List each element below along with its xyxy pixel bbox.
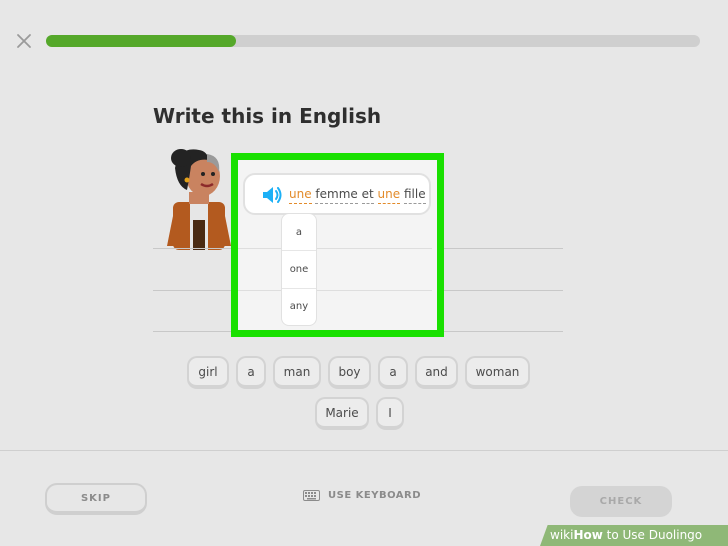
use-keyboard-button[interactable]: USE KEYBOARD [303,490,421,501]
word-chip[interactable]: I [376,397,404,430]
word-chip[interactable]: woman [465,356,530,389]
watermark: wikiHow to Use Duolingo [540,525,728,546]
progress-fill [46,35,236,47]
word-chip[interactable]: boy [328,356,371,389]
hint-option[interactable]: a [282,227,316,238]
check-button[interactable]: CHECK [570,486,672,517]
hint-dropdown: a one any [281,213,317,326]
word-chip[interactable]: girl [187,356,229,389]
progress-bar [46,35,700,47]
close-icon[interactable] [15,32,33,50]
watermark-rest: to Use Duolingo [602,528,703,542]
hint-option[interactable]: any [282,301,316,312]
character-illustration [167,149,231,250]
watermark-how: How [573,528,603,542]
word-chip[interactable]: a [236,356,266,389]
answer-line [238,248,432,249]
hint-divider [282,288,316,289]
word-chip[interactable]: a [378,356,408,389]
sentence-word[interactable]: femme [315,187,358,204]
sentence-word[interactable]: fille [403,187,426,204]
page-title: Write this in English [153,104,382,128]
answer-line [238,290,432,291]
sentence-text: une femme et une fille [289,187,426,204]
footer-divider [0,450,728,451]
word-chip[interactable]: and [415,356,458,389]
watermark-wiki: wiki [550,528,574,542]
hint-option[interactable]: one [282,264,316,275]
speaker-icon[interactable] [261,185,283,205]
sentence-bubble: une femme et une fille [243,173,431,215]
sentence-word[interactable]: une [289,187,312,204]
keyboard-icon [303,490,320,501]
use-keyboard-label: USE KEYBOARD [328,490,422,501]
skip-button[interactable]: SKIP [45,483,147,515]
sentence-word[interactable]: et [361,187,374,204]
sentence-word[interactable]: une [377,187,401,204]
hint-divider [282,250,316,251]
watermark-text: wikiHow to Use Duolingo [550,528,702,542]
word-chip[interactable]: Marie [315,397,369,430]
word-chip[interactable]: man [273,356,321,389]
